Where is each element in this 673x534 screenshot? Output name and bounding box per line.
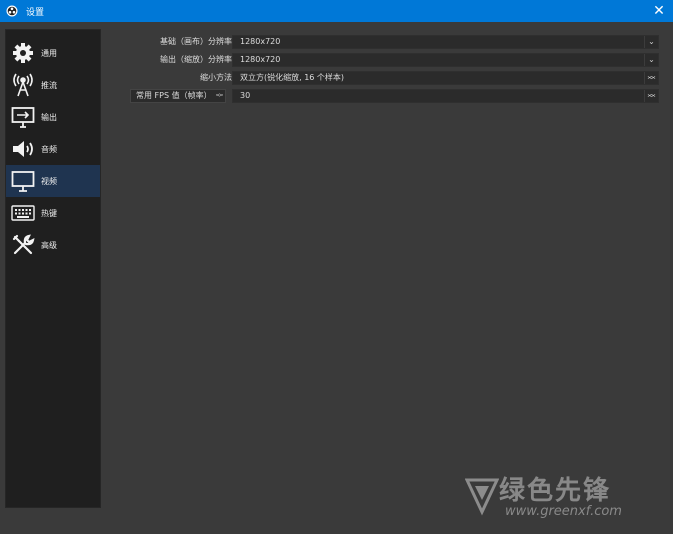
- output-resolution-value: 1280x720: [240, 55, 281, 64]
- sidebar-item-label: 通用: [41, 48, 57, 58]
- sidebar-item-video[interactable]: 视频: [6, 165, 100, 197]
- output-monitor-icon: [11, 105, 35, 129]
- fps-value-select[interactable]: 30 ︿ ﹀: [232, 89, 659, 103]
- sidebar-item-label: 热键: [41, 208, 57, 218]
- base-resolution-value: 1280x720: [240, 37, 281, 46]
- updown-arrow-icon[interactable]: ︿ ﹀: [644, 90, 658, 103]
- sidebar-item-audio[interactable]: 音频: [6, 133, 100, 165]
- watermark-brand: 绿色先锋: [499, 476, 612, 506]
- chevron-down-icon[interactable]: ⌄: [644, 54, 658, 66]
- keyboard-icon: [11, 201, 35, 225]
- chevron-down-icon[interactable]: ⌄: [644, 36, 658, 48]
- fps-type-select[interactable]: 常用 FPS 值（帧率） ︿ ﹀: [130, 89, 226, 103]
- fps-value: 30: [240, 91, 251, 100]
- fps-row: 常用 FPS 值（帧率） ︿ ﹀ 30 ︿ ﹀: [108, 89, 660, 103]
- downscale-filter-label: 缩小方法: [200, 73, 232, 82]
- close-icon: ✕: [653, 3, 665, 19]
- base-resolution-row: 基础（画布）分辨率 1280x720 ⌄: [108, 35, 660, 49]
- output-resolution-combobox[interactable]: 1280x720 ⌄: [232, 53, 659, 67]
- window-title: 设置: [26, 7, 45, 18]
- speaker-icon: [11, 137, 35, 161]
- sidebar-item-stream[interactable]: 推流: [6, 69, 100, 101]
- watermark-logo-icon: [465, 478, 499, 516]
- sidebar-item-label: 推流: [41, 80, 57, 90]
- obs-logo-icon: [6, 5, 18, 17]
- sidebar-item-advanced[interactable]: 高级: [6, 229, 100, 261]
- output-resolution-row: 输出（缩放）分辨率 1280x720 ⌄: [108, 53, 660, 67]
- downscale-filter-row: 缩小方法 双立方(锐化缩放, 16 个样本) ︿ ﹀: [108, 71, 660, 85]
- base-resolution-label: 基础（画布）分辨率: [160, 37, 232, 46]
- sidebar-item-label: 高级: [41, 240, 57, 250]
- broadcast-antenna-icon: [11, 73, 35, 97]
- fps-type-value: 常用 FPS 值（帧率）: [136, 91, 212, 100]
- display-icon: [11, 169, 35, 193]
- watermark-url: www.greenxf.com: [505, 504, 622, 519]
- tools-icon: [11, 233, 35, 257]
- gear-icon: [11, 41, 35, 65]
- sidebar-item-general[interactable]: 通用: [6, 37, 100, 69]
- settings-sidebar: 通用 推流 输出 音频 视频 热键 高级: [5, 29, 101, 508]
- sidebar-item-label: 输出: [41, 112, 57, 122]
- downscale-filter-value: 双立方(锐化缩放, 16 个样本): [240, 73, 345, 82]
- settings-window: 通用 推流 输出 音频 视频 热键 高级 基础（画布）分辨率 1280x720 …: [0, 22, 673, 534]
- close-button[interactable]: ✕: [645, 0, 673, 22]
- downscale-filter-select[interactable]: 双立方(锐化缩放, 16 个样本) ︿ ﹀: [232, 71, 659, 85]
- output-resolution-label: 输出（缩放）分辨率: [160, 55, 232, 64]
- title-bar: 设置 ✕: [0, 0, 673, 22]
- updown-arrow-icon[interactable]: ︿ ﹀: [644, 72, 658, 85]
- sidebar-item-label: 视频: [41, 176, 57, 186]
- sidebar-item-label: 音频: [41, 144, 57, 154]
- sidebar-item-hotkeys[interactable]: 热键: [6, 197, 100, 229]
- site-watermark: 绿色先锋 www.greenxf.com: [465, 468, 665, 528]
- sidebar-item-output[interactable]: 输出: [6, 101, 100, 133]
- updown-arrow-icon[interactable]: ︿ ﹀: [214, 90, 225, 102]
- base-resolution-combobox[interactable]: 1280x720 ⌄: [232, 35, 659, 49]
